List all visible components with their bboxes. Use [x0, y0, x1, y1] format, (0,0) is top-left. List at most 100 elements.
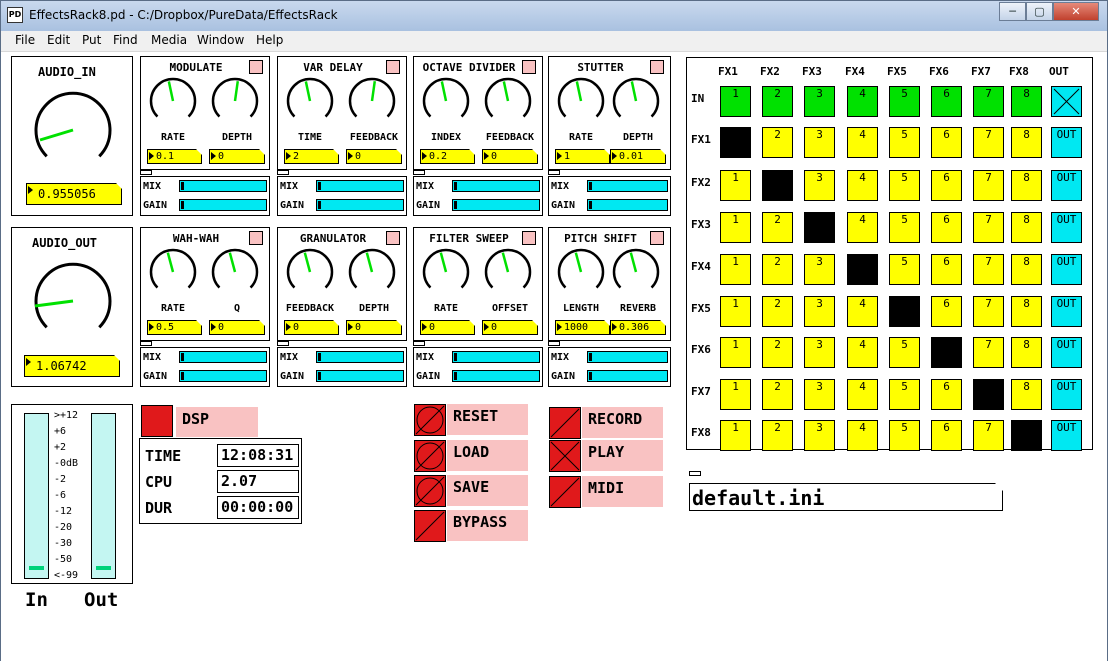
- knob-2[interactable]: [209, 75, 261, 127]
- knob-1[interactable]: [420, 246, 472, 298]
- knob-2-value[interactable]: 0.306: [610, 320, 666, 335]
- gain-slider[interactable]: [587, 199, 668, 211]
- mix-slider[interactable]: [179, 180, 267, 192]
- knob-1-value[interactable]: 0.1: [147, 149, 202, 164]
- matrix-cell[interactable]: 4: [847, 86, 878, 117]
- mix-slider[interactable]: [587, 351, 668, 363]
- matrix-cell[interactable]: 1: [720, 379, 751, 410]
- mix-slider[interactable]: [179, 351, 267, 363]
- matrix-cell[interactable]: 2: [762, 296, 793, 327]
- knob-1[interactable]: [420, 75, 472, 127]
- matrix-cell[interactable]: 2: [762, 127, 793, 158]
- matrix-cell[interactable]: 5: [889, 127, 920, 158]
- matrix-cell[interactable]: 3: [804, 86, 835, 117]
- matrix-cell[interactable]: 5: [889, 254, 920, 285]
- matrix-cell[interactable]: 8: [1011, 254, 1042, 285]
- knob-1[interactable]: [147, 75, 199, 127]
- matrix-cell[interactable]: 8: [1011, 337, 1042, 368]
- matrix-cell[interactable]: 8: [1011, 127, 1042, 158]
- knob-1[interactable]: [284, 246, 336, 298]
- gain-slider[interactable]: [179, 199, 267, 211]
- audio-in-level[interactable]: 0.955056: [26, 183, 122, 205]
- matrix-cell-blocked[interactable]: [762, 170, 793, 201]
- gain-slider[interactable]: [316, 199, 404, 211]
- matrix-cell[interactable]: 6: [931, 420, 962, 451]
- mix-slider[interactable]: [316, 351, 404, 363]
- mix-slider[interactable]: [452, 351, 540, 363]
- knob-2-value[interactable]: 0.01: [610, 149, 666, 164]
- matrix-cell[interactable]: 7: [973, 127, 1004, 158]
- matrix-cell-blocked[interactable]: [889, 296, 920, 327]
- knob-1[interactable]: [555, 246, 607, 298]
- gain-slider[interactable]: [316, 370, 404, 382]
- matrix-cell[interactable]: 2: [762, 379, 793, 410]
- matrix-cell[interactable]: 4: [847, 337, 878, 368]
- effect-enable-toggle[interactable]: [650, 231, 664, 245]
- knob-1[interactable]: [284, 75, 336, 127]
- menu-help[interactable]: Help: [256, 33, 283, 47]
- matrix-cell[interactable]: 5: [889, 170, 920, 201]
- mix-slider[interactable]: [587, 180, 668, 192]
- midi-button[interactable]: [549, 476, 581, 508]
- matrix-cell[interactable]: 6: [931, 254, 962, 285]
- mix-slider[interactable]: [316, 180, 404, 192]
- matrix-cell[interactable]: 5: [889, 337, 920, 368]
- matrix-cell[interactable]: 7: [973, 420, 1004, 451]
- matrix-cell[interactable]: 4: [847, 127, 878, 158]
- gain-slider[interactable]: [452, 199, 540, 211]
- matrix-cell[interactable]: 6: [931, 170, 962, 201]
- maximize-button[interactable]: ▢: [1026, 2, 1053, 21]
- gain-slider[interactable]: [452, 370, 540, 382]
- knob-1-value[interactable]: 0: [284, 320, 339, 335]
- menu-media[interactable]: Media: [151, 33, 187, 47]
- matrix-cell[interactable]: 2: [762, 212, 793, 243]
- audio-out-knob[interactable]: [20, 248, 126, 354]
- matrix-cell[interactable]: 1: [720, 170, 751, 201]
- matrix-cell[interactable]: 7: [973, 86, 1004, 117]
- matrix-cell[interactable]: 1: [720, 337, 751, 368]
- matrix-cell[interactable]: 5: [889, 379, 920, 410]
- matrix-out-cell[interactable]: OUT: [1051, 420, 1082, 451]
- matrix-cell[interactable]: 4: [847, 296, 878, 327]
- effect-enable-toggle[interactable]: [249, 60, 263, 74]
- preset-filename[interactable]: default.ini: [689, 483, 1003, 511]
- knob-2[interactable]: [346, 75, 398, 127]
- matrix-cell-blocked[interactable]: [931, 337, 962, 368]
- matrix-cell[interactable]: 3: [804, 127, 835, 158]
- matrix-cell[interactable]: 8: [1011, 170, 1042, 201]
- mix-slider[interactable]: [452, 180, 540, 192]
- knob-1-value[interactable]: 1000: [555, 320, 610, 335]
- audio-in-knob[interactable]: [20, 77, 126, 183]
- matrix-cell[interactable]: 2: [762, 86, 793, 117]
- matrix-cell[interactable]: 7: [973, 296, 1004, 327]
- knob-1-value[interactable]: 0: [420, 320, 475, 335]
- matrix-cell-blocked[interactable]: [1011, 420, 1042, 451]
- record-button[interactable]: [549, 407, 581, 439]
- matrix-cell[interactable]: 2: [762, 337, 793, 368]
- matrix-cell-blocked[interactable]: [973, 379, 1004, 410]
- patch-canvas[interactable]: AUDIO_IN 0.955056 AUDIO_OUT 1.06742 MODU…: [1, 52, 1107, 661]
- matrix-cell[interactable]: 5: [889, 212, 920, 243]
- matrix-out-cell[interactable]: OUT: [1051, 337, 1082, 368]
- matrix-cell[interactable]: 3: [804, 296, 835, 327]
- matrix-cell-blocked[interactable]: [847, 254, 878, 285]
- knob-2[interactable]: [482, 246, 534, 298]
- effect-enable-toggle[interactable]: [650, 60, 664, 74]
- matrix-out-cell[interactable]: OUT: [1051, 127, 1082, 158]
- matrix-out-cell[interactable]: OUT: [1051, 379, 1082, 410]
- knob-1-value[interactable]: 0.2: [420, 149, 475, 164]
- load-button[interactable]: [414, 440, 446, 472]
- audio-out-level[interactable]: 1.06742: [24, 355, 120, 377]
- matrix-cell[interactable]: 4: [847, 212, 878, 243]
- save-button[interactable]: [414, 475, 446, 507]
- knob-1-value[interactable]: 1: [555, 149, 610, 164]
- knob-2-value[interactable]: 0: [346, 149, 402, 164]
- matrix-out-cell[interactable]: OUT: [1051, 296, 1082, 327]
- knob-2[interactable]: [346, 246, 398, 298]
- effect-enable-toggle[interactable]: [249, 231, 263, 245]
- matrix-cell-blocked[interactable]: [804, 212, 835, 243]
- close-button[interactable]: ✕: [1053, 2, 1099, 21]
- effect-enable-toggle[interactable]: [522, 60, 536, 74]
- matrix-cell[interactable]: 2: [762, 420, 793, 451]
- matrix-cell[interactable]: 6: [931, 296, 962, 327]
